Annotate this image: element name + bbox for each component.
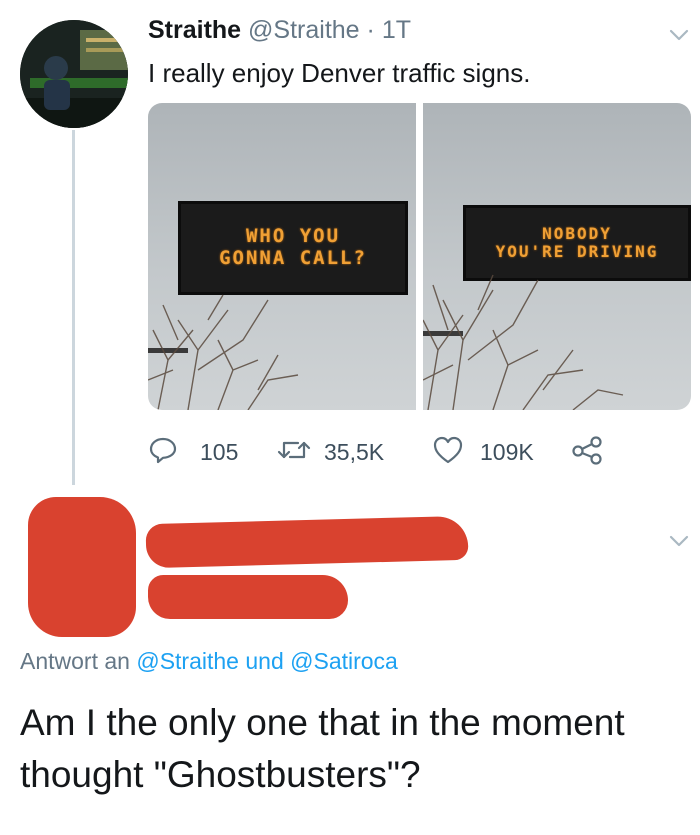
author-handle[interactable]: @Straithe bbox=[248, 16, 360, 44]
reply-text: Am I the only one that in the moment tho… bbox=[20, 702, 625, 795]
retweet-count: 35,5K bbox=[324, 438, 385, 465]
separator: · bbox=[366, 16, 375, 44]
timestamp[interactable]: 1T bbox=[382, 16, 411, 44]
tweet-header: Straithe @Straithe · 1T bbox=[148, 16, 411, 45]
redacted-avatar bbox=[28, 497, 136, 637]
like-action[interactable]: 109K bbox=[432, 434, 534, 470]
reply-conjunction: und bbox=[245, 648, 284, 674]
mention-link[interactable]: @Straithe bbox=[136, 648, 239, 674]
tree-branches bbox=[423, 274, 624, 410]
tweet-text: I really enjoy Denver traffic signs. bbox=[148, 58, 531, 88]
mention-link[interactable]: @Satiroca bbox=[290, 648, 398, 674]
chevron-down-icon[interactable] bbox=[666, 22, 692, 48]
retweet-action[interactable]: 35,5K bbox=[276, 434, 384, 470]
author-name[interactable]: Straithe bbox=[148, 16, 241, 44]
like-count: 109K bbox=[480, 438, 534, 465]
heart-icon bbox=[432, 435, 464, 470]
reply-prefix: Antwort an bbox=[20, 648, 130, 674]
tweet-photo-2[interactable]: NOBODY YOU'RE DRIVING bbox=[423, 103, 691, 410]
tree-branches bbox=[148, 294, 299, 410]
reply-action[interactable]: 105 bbox=[148, 434, 238, 470]
reply-count: 105 bbox=[200, 438, 239, 465]
reply-context: Antwort an @Straithe und @Satiroca bbox=[20, 648, 398, 675]
share-action[interactable] bbox=[570, 434, 606, 470]
reply-icon bbox=[148, 435, 178, 470]
redacted-name bbox=[145, 515, 469, 569]
redacted-handle bbox=[148, 575, 348, 619]
retweet-icon bbox=[276, 435, 312, 470]
tweet-photo-1[interactable]: WHO YOU GONNA CALL? bbox=[148, 103, 416, 410]
sign-line-1: WHO YOU bbox=[245, 225, 341, 248]
avatar[interactable] bbox=[20, 20, 128, 128]
chevron-down-icon[interactable] bbox=[666, 528, 692, 554]
thread-line bbox=[72, 130, 75, 485]
share-icon bbox=[570, 435, 606, 470]
